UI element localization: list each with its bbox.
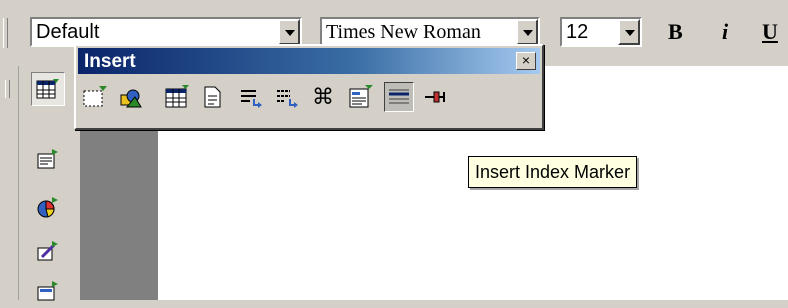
underline-button[interactable]: U xyxy=(762,19,778,45)
insert-form-icon xyxy=(36,280,60,302)
insert-section-button[interactable] xyxy=(346,82,376,112)
insert-image-icon xyxy=(118,85,144,109)
font-select[interactable]: Times New Roman xyxy=(320,17,540,47)
italic-button[interactable]: i xyxy=(722,19,728,45)
chevron-down-icon[interactable] xyxy=(516,19,538,45)
insert-frame-button[interactable] xyxy=(80,82,110,112)
insert-table-button[interactable] xyxy=(162,82,192,112)
insert-section-icon xyxy=(348,85,374,109)
insert-table-icon xyxy=(164,85,190,109)
insert-index-marker-button[interactable] xyxy=(384,82,414,112)
pie-chart-icon xyxy=(36,196,60,218)
insert-text-button[interactable] xyxy=(31,142,65,176)
style-select-value: Default xyxy=(36,21,100,43)
insert-image-button[interactable] xyxy=(116,82,146,112)
bold-button[interactable]: B xyxy=(668,19,683,45)
vertical-toolbar xyxy=(19,66,79,301)
font-size-value: 12 xyxy=(566,21,589,43)
insert-bookmark-button[interactable] xyxy=(420,82,450,112)
insert-palette-button[interactable] xyxy=(31,72,65,106)
insert-field-icon xyxy=(238,85,264,109)
font-size-select[interactable]: 12 xyxy=(560,17,642,47)
insert-text-flow-icon xyxy=(274,85,300,109)
insert-table-icon xyxy=(36,78,60,100)
palette-title-bar[interactable]: Insert × xyxy=(78,48,540,74)
chevron-down-icon[interactable] xyxy=(618,19,640,45)
close-icon: × xyxy=(521,52,531,68)
insert-text-icon xyxy=(36,148,60,170)
font-select-value: Times New Roman xyxy=(326,21,481,43)
left-edge-bar xyxy=(0,66,19,300)
insert-frame-icon xyxy=(82,85,108,109)
insert-index-marker-icon xyxy=(387,86,411,108)
insert-text-flow-button[interactable] xyxy=(272,82,302,112)
insert-document-icon xyxy=(200,85,226,109)
insert-document-button[interactable] xyxy=(198,82,228,112)
insert-chart-button[interactable] xyxy=(31,190,65,224)
style-select[interactable]: Default xyxy=(30,17,302,47)
edit-object-icon xyxy=(36,240,60,262)
insert-palette: Insert × ⌘ xyxy=(74,44,544,130)
insert-object-button[interactable] xyxy=(31,234,65,268)
toolbar-grip[interactable] xyxy=(3,18,8,48)
insert-form-button[interactable] xyxy=(31,274,65,308)
insert-special-character-button[interactable]: ⌘ xyxy=(308,82,338,112)
toolbar-grip[interactable] xyxy=(5,80,10,98)
palette-title: Insert xyxy=(84,51,136,72)
insert-field-button[interactable] xyxy=(236,82,266,112)
tooltip: Insert Index Marker xyxy=(468,156,638,188)
close-button[interactable]: × xyxy=(516,52,536,70)
insert-special-character-icon: ⌘ xyxy=(312,84,334,110)
insert-bookmark-icon xyxy=(422,85,448,109)
chevron-down-icon[interactable] xyxy=(278,19,300,45)
